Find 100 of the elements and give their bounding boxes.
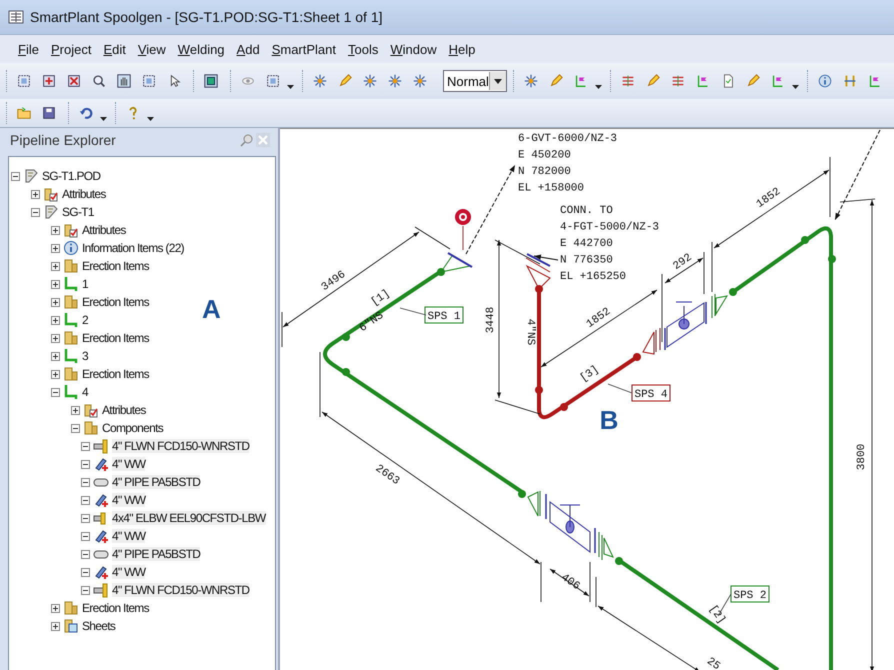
square-cross-icon[interactable] — [66, 73, 82, 89]
tree-item[interactable]: Components — [102, 421, 164, 435]
tree-item[interactable]: 4" WW — [112, 565, 146, 579]
bars-icon[interactable] — [842, 73, 858, 89]
dashed-square-icon[interactable] — [16, 73, 32, 89]
tree-item[interactable]: 1 — [82, 277, 88, 291]
tree-item[interactable]: 4" FLWN FCD150-WNRSTD — [112, 439, 250, 453]
tree-item[interactable]: 4" PIPE PA5BSTD — [112, 547, 200, 561]
style-select[interactable]: Normal — [443, 70, 507, 92]
weld-icon — [93, 456, 109, 472]
info-icon — [63, 240, 79, 256]
leader-line — [534, 254, 558, 260]
tree-item[interactable]: 4" PIPE PA5BSTD — [112, 475, 200, 489]
tree-item[interactable]: 4" WW — [112, 457, 146, 471]
sparkle-icon[interactable] — [412, 73, 428, 89]
expand-toggle[interactable] — [51, 226, 60, 234]
menu-item[interactable]: Window — [384, 38, 443, 60]
folder-check-icon — [43, 186, 59, 202]
menu-item[interactable]: View — [132, 38, 172, 60]
menu-item[interactable]: Project — [44, 38, 98, 60]
expand-toggle[interactable] — [81, 532, 90, 540]
tree-item[interactable]: Attributes — [102, 403, 146, 417]
tree-item[interactable]: 4" FLWN FCD150-WNRSTD — [112, 583, 250, 597]
expand-toggle[interactable] — [81, 460, 90, 468]
expand-toggle[interactable] — [81, 568, 90, 576]
expand-toggle[interactable] — [81, 550, 90, 558]
coordinate-label: E 442700 — [560, 238, 613, 250]
sparkle-icon[interactable] — [312, 73, 328, 89]
folder-check-icon — [83, 402, 99, 418]
sparkle-icon[interactable] — [362, 73, 378, 89]
tree-item[interactable]: Erection Items — [82, 331, 149, 345]
layers-icon[interactable] — [203, 73, 219, 89]
expand-toggle[interactable] — [31, 190, 40, 198]
folder-icon[interactable] — [16, 105, 32, 121]
dashed-square-icon[interactable] — [265, 73, 281, 89]
undo-icon[interactable] — [78, 105, 94, 121]
folder-check-icon — [63, 222, 79, 238]
pin-icon[interactable] — [240, 133, 254, 147]
dashed-square-icon[interactable] — [141, 73, 157, 89]
tree-item[interactable]: SG-T1 — [62, 205, 94, 219]
pencil-icon[interactable] — [337, 73, 353, 89]
tree-item[interactable]: 2 — [82, 313, 88, 327]
lines-icon[interactable] — [670, 73, 686, 89]
tree-item[interactable]: Erection Items — [82, 295, 149, 309]
tree-item[interactable]: 4 — [82, 385, 88, 399]
tree-item[interactable]: 4" WW — [112, 493, 146, 507]
expand-toggle[interactable] — [51, 388, 60, 396]
tree-item[interactable]: Attributes — [62, 187, 106, 201]
menu-item[interactable]: File — [12, 38, 45, 60]
expand-toggle[interactable] — [81, 442, 90, 450]
lines-icon[interactable] — [620, 73, 636, 89]
magnifier-icon[interactable] — [91, 73, 107, 89]
sparkle-icon[interactable] — [522, 73, 539, 89]
expand-toggle[interactable] — [51, 352, 60, 360]
menu-item[interactable]: Tools — [342, 38, 384, 60]
flange-drawing — [440, 226, 472, 273]
expand-toggle[interactable] — [71, 424, 80, 432]
tree-item[interactable]: 4x4" ELBW EEL90CFSTD-LBW — [112, 511, 266, 525]
expand-toggle[interactable] — [51, 370, 60, 378]
square-plus-icon[interactable] — [41, 73, 57, 89]
expand-toggle[interactable] — [81, 586, 90, 594]
menu-item[interactable]: Add — [230, 38, 266, 60]
tree-item[interactable]: Erection Items — [82, 259, 149, 273]
expand-toggle[interactable] — [51, 604, 60, 612]
tree-item[interactable]: 3 — [82, 349, 88, 363]
tree-item[interactable]: Sheets — [82, 619, 116, 633]
tree-item[interactable]: 4" WW — [112, 529, 146, 543]
expand-toggle[interactable] — [51, 280, 60, 288]
caret-icon[interactable] — [100, 117, 107, 121]
expand-toggle[interactable] — [51, 244, 60, 252]
tree-item[interactable]: Erection Items — [82, 601, 149, 615]
info-icon[interactable] — [816, 73, 833, 89]
expand-toggle[interactable] — [81, 496, 90, 504]
expand-toggle[interactable] — [71, 406, 80, 414]
menu-item[interactable]: Edit — [97, 38, 132, 60]
menu-item[interactable]: Welding — [172, 38, 231, 60]
expand-toggle[interactable] — [81, 478, 90, 486]
tree-item[interactable]: SG-T1.POD — [42, 169, 100, 183]
expand-toggle[interactable] — [81, 514, 90, 522]
menu-item[interactable]: SmartPlant — [266, 38, 342, 60]
expand-toggle[interactable] — [51, 316, 60, 324]
caret-icon[interactable] — [594, 85, 602, 89]
tree-item[interactable]: Attributes — [82, 223, 126, 237]
tree-item[interactable]: Erection Items — [82, 367, 149, 381]
extension-line — [494, 400, 540, 414]
coordinate-label: 4-FGT-5000/NZ-3 — [560, 222, 660, 234]
expand-toggle[interactable] — [11, 172, 20, 180]
expand-toggle[interactable] — [31, 208, 40, 216]
expand-toggle[interactable] — [51, 298, 60, 306]
sparkle-icon[interactable] — [387, 73, 403, 89]
menu-item[interactable]: Help — [442, 38, 482, 60]
expand-toggle[interactable] — [51, 334, 60, 342]
document-stack-icon — [23, 168, 39, 184]
caret-icon[interactable] — [792, 85, 799, 89]
caret-icon[interactable] — [147, 117, 154, 121]
caret-icon[interactable] — [287, 85, 294, 89]
expand-toggle[interactable] — [51, 622, 60, 630]
tree-item[interactable]: Information Items (22) — [82, 241, 184, 255]
expand-toggle[interactable] — [51, 262, 60, 270]
weld-dot — [801, 236, 809, 244]
